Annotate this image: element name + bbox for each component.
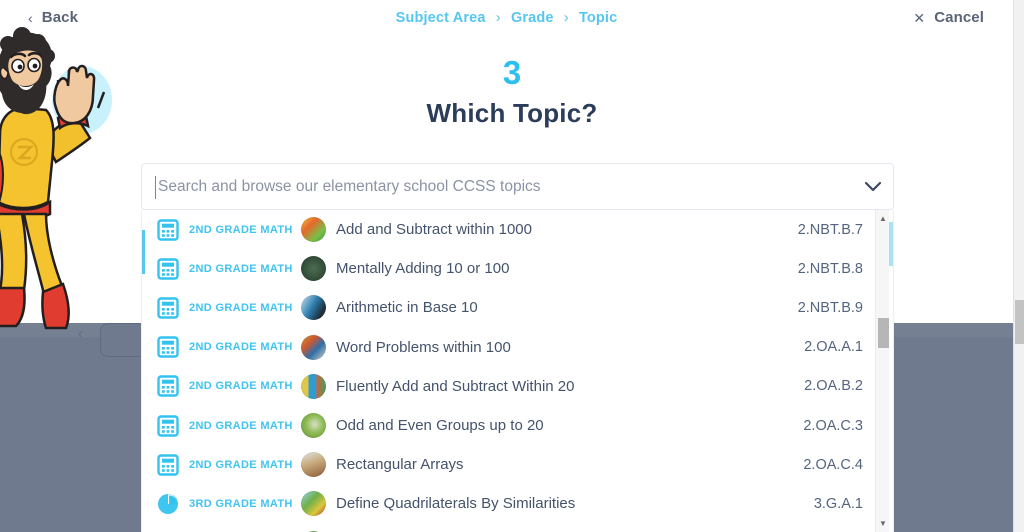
dropdown-scrollbar[interactable]: ▲ ▼: [875, 210, 889, 532]
topic-list-item[interactable]: 2ND GRADE MATH Rectangular Arrays 2.OA.C.4: [142, 445, 877, 484]
topic-standard-code: 2.OA.C.3: [803, 417, 863, 434]
topic-subject-label: 2ND GRADE MATH: [189, 301, 293, 314]
topic-list-item[interactable]: 2ND GRADE MATH Add and Subtract within 10…: [142, 210, 877, 249]
calculator-icon: [157, 414, 179, 437]
search-input[interactable]: [156, 176, 853, 197]
topic-standard-code: 2.OA.B.2: [804, 378, 863, 395]
topic-standard-code: 3.G.A.1: [813, 495, 863, 512]
topic-thumbnail: [301, 217, 326, 243]
calculator-icon: [157, 454, 179, 476]
topic-list-item[interactable]: 2ND GRADE MATH Word Problems within 100 2.…: [142, 328, 877, 367]
breadcrumb-item-topic[interactable]: Topic: [579, 10, 617, 26]
topic-subject-label: 2ND GRADE MATH: [189, 262, 293, 275]
page-scrollbar-thumb[interactable]: [1015, 300, 1024, 344]
top-bar: ‹ Back Subject Area › Grade › Topic ✕ Ca…: [0, 0, 1013, 38]
topic-standard-code: 2.NBT.B.8: [797, 260, 863, 277]
pie-chart-icon: [157, 493, 179, 515]
step-number: 3: [502, 54, 522, 91]
topic-name: Word Problems within 100: [336, 338, 511, 356]
breadcrumb-separator: ›: [563, 10, 569, 26]
topic-thumbnail: [301, 334, 326, 360]
topic-subject-label: 2ND GRADE MATH: [189, 341, 293, 354]
search-select-box[interactable]: [141, 163, 894, 210]
breadcrumb-item-subject-area[interactable]: Subject Area: [396, 10, 486, 26]
scroll-up-arrow-icon[interactable]: ▲: [876, 212, 890, 225]
topic-standard-code: 2.OA.C.4: [803, 456, 863, 473]
page-title: Which Topic?: [426, 98, 598, 128]
topic-list-item[interactable]: 3RD GRADE MATH: [142, 524, 877, 532]
cancel-button[interactable]: ✕ Cancel: [913, 9, 984, 26]
topic-name: Arithmetic in Base 10: [336, 299, 478, 317]
topic-standard-code: 2.NBT.B.7: [797, 221, 863, 238]
topic-name: Fluently Add and Subtract Within 20: [336, 377, 575, 395]
topic-subject-label: 3RD GRADE MATH: [189, 497, 293, 510]
topic-thumbnail: [301, 491, 326, 517]
calculator-icon: [157, 297, 179, 319]
chevron-down-icon[interactable]: [853, 181, 893, 193]
topic-standard-code: 2.OA.A.1: [804, 339, 863, 356]
topic-thumbnail: [301, 373, 326, 399]
topic-name: Odd and Even Groups up to 20: [336, 417, 544, 435]
close-icon: ✕: [913, 9, 926, 26]
topic-list-item[interactable]: 2ND GRADE MATH Arithmetic in Base 10 2.NBT…: [142, 288, 877, 327]
topic-subject-label: 2ND GRADE MATH: [189, 458, 293, 471]
topic-list: 2ND GRADE MATH Add and Subtract within 10…: [142, 210, 877, 532]
calculator-icon: [157, 336, 179, 358]
topic-thumbnail: [301, 256, 326, 282]
topic-list-item[interactable]: 3RD GRADE MATH Define Quadrilaterals By S…: [142, 484, 877, 523]
topic-thumbnail: [301, 452, 326, 478]
page-scrollbar[interactable]: [1013, 0, 1024, 532]
topic-name: Rectangular Arrays: [336, 456, 464, 474]
text-cursor: [155, 176, 156, 199]
breadcrumb-separator: ›: [495, 10, 501, 26]
topic-name: Mentally Adding 10 or 100: [336, 260, 510, 278]
scroll-down-arrow-icon[interactable]: ▼: [876, 517, 890, 530]
topic-list-item[interactable]: 2ND GRADE MATH Fluently Add and Subtract …: [142, 367, 877, 406]
topic-name: Add and Subtract within 1000: [336, 221, 532, 239]
topic-subject-label: 2ND GRADE MATH: [189, 380, 293, 393]
breadcrumb-item-grade[interactable]: Grade: [511, 10, 554, 26]
topic-thumbnail: [301, 413, 326, 439]
calculator-icon: [157, 258, 179, 280]
topic-subject-label: 2ND GRADE MATH: [189, 419, 293, 432]
app-root: ‹ ‹ Back Subject Area › Grade › Topic ✕ …: [0, 0, 1024, 532]
cancel-button-label: Cancel: [934, 9, 984, 26]
breadcrumb: Subject Area › Grade › Topic: [0, 10, 1013, 26]
topic-list-item[interactable]: 2ND GRADE MATH Odd and Even Groups up to …: [142, 406, 877, 445]
calculator-icon: [157, 218, 179, 241]
topic-thumbnail: [301, 295, 326, 321]
dropdown-scrollbar-thumb[interactable]: [878, 318, 889, 348]
topic-subject-label: 2ND GRADE MATH: [189, 223, 293, 236]
topic-name: Define Quadrilaterals By Similarities: [336, 495, 576, 513]
topic-list-item[interactable]: 2ND GRADE MATH Mentally Adding 10 or 100 2…: [142, 249, 877, 288]
calculator-icon: [157, 375, 179, 398]
topic-standard-code: 2.NBT.B.9: [797, 299, 863, 316]
dropdown-right-accent: [889, 222, 893, 266]
topic-dropdown-list: 2ND GRADE MATH Add and Subtract within 10…: [141, 210, 894, 532]
